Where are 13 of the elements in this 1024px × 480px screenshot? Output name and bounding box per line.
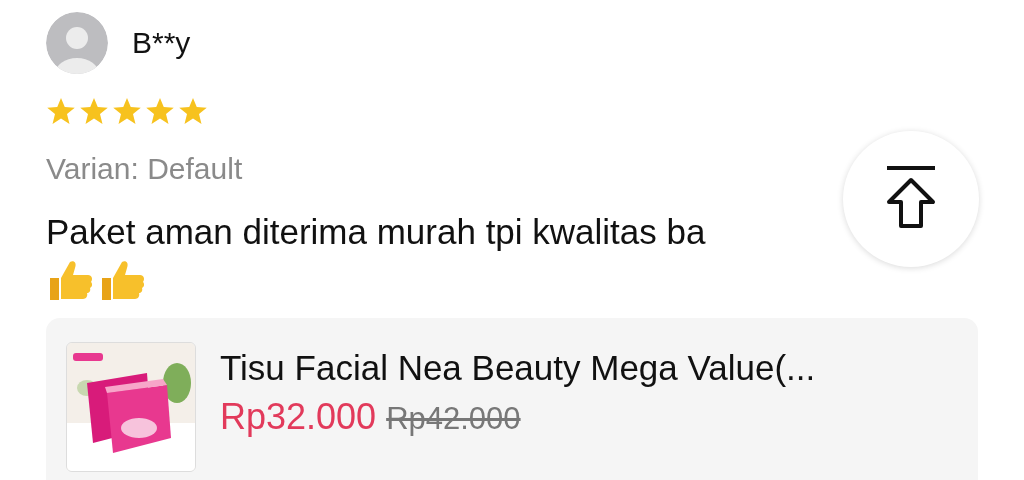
product-title: Tisu Facial Nea Beauty Mega Value(... bbox=[220, 348, 816, 388]
variant-label: Varian: Default bbox=[46, 152, 244, 186]
reviewer-name: B**y bbox=[132, 26, 191, 60]
product-card[interactable]: Tisu Facial Nea Beauty Mega Value(... Rp32.000 Rp42.000 bbox=[46, 318, 978, 480]
star-icon bbox=[178, 96, 208, 126]
original-price: Rp42.000 bbox=[386, 401, 521, 437]
product-price: Rp32.000 bbox=[220, 396, 377, 438]
star-icon bbox=[112, 96, 142, 126]
review-text: Paket aman diterima murah tpi kwalitas ba bbox=[46, 212, 707, 252]
star-icon bbox=[46, 96, 76, 126]
avatar-icon bbox=[46, 12, 108, 74]
star-icon bbox=[145, 96, 175, 126]
star-icon bbox=[79, 96, 109, 126]
